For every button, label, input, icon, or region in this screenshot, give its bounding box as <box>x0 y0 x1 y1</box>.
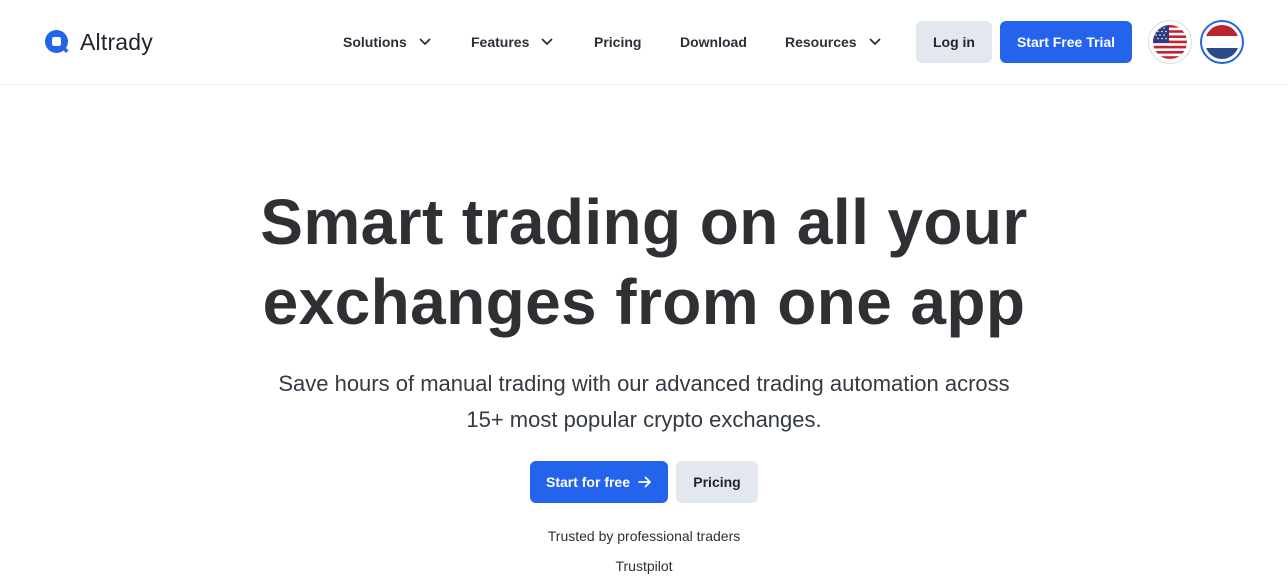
brand-logo[interactable]: Altrady <box>44 28 153 56</box>
login-button[interactable]: Log in <box>916 21 992 63</box>
arrow-right-icon <box>638 476 651 488</box>
start-for-free-button[interactable]: Start for free <box>530 461 668 503</box>
nl-flag-icon <box>1205 25 1239 59</box>
altrady-logo-icon <box>45 30 69 53</box>
language-en-button[interactable] <box>1148 20 1192 64</box>
nav-item-solutions[interactable]: Solutions <box>343 32 431 52</box>
nav-item-label: Download <box>680 34 747 50</box>
chevron-down-icon <box>419 38 431 45</box>
trustpilot-link[interactable]: Trustpilot <box>0 558 1288 574</box>
nav-item-label: Solutions <box>343 34 407 50</box>
language-nl-button[interactable] <box>1200 20 1244 64</box>
chevron-down-icon <box>541 38 553 45</box>
hero-subtitle: Save hours of manual trading with our ad… <box>240 366 1048 438</box>
us-flag-icon <box>1153 25 1187 59</box>
nav-item-resources[interactable]: Resources <box>785 32 881 52</box>
trusted-by-text: Trusted by professional traders <box>547 528 741 544</box>
hero-title-line: Smart trading on all your <box>260 186 1028 258</box>
site-header: Altrady Solutions Features Pricing Downl… <box>0 0 1288 85</box>
pricing-button[interactable]: Pricing <box>676 461 758 503</box>
hero-title: Smart trading on all your exchanges from… <box>0 182 1288 342</box>
nav-item-label: Resources <box>785 34 857 50</box>
brand-name: Altrady <box>80 28 153 55</box>
nav-item-download[interactable]: Download <box>680 32 747 52</box>
hero-title-line: exchanges from one app <box>262 266 1026 338</box>
nav-item-label: Features <box>471 34 530 50</box>
start-for-free-label: Start for free <box>545 474 631 490</box>
hero-subtitle-line: Save hours of manual trading with our ad… <box>278 371 1010 396</box>
nav-item-pricing[interactable]: Pricing <box>594 32 641 52</box>
chevron-down-icon <box>869 38 880 45</box>
start-free-trial-button[interactable]: Start Free Trial <box>1000 21 1132 63</box>
nav-item-features[interactable]: Features <box>471 32 553 52</box>
nav-item-label: Pricing <box>594 34 642 50</box>
hero-subtitle-line: 15+ most popular crypto exchanges. <box>466 407 822 432</box>
